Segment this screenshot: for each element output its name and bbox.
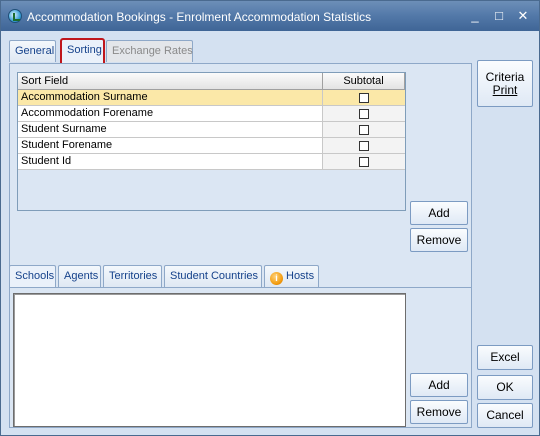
subtotal-checkbox[interactable] <box>359 156 369 167</box>
subtotal-checkbox[interactable] <box>359 92 369 103</box>
title-bar[interactable]: Accommodation Bookings - Enrolment Accom… <box>1 1 539 31</box>
criteria-print-label-line2: Print <box>492 83 518 97</box>
dialog-window: Accommodation Bookings - Enrolment Accom… <box>0 0 540 436</box>
tab-schools-label: Schools <box>15 270 55 282</box>
subtotal-cell <box>323 90 405 105</box>
tab-sorting[interactable]: Sorting <box>60 38 105 65</box>
window-title: Accommodation Bookings - Enrolment Accom… <box>27 10 372 24</box>
sort-grid[interactable]: Sort Field Subtotal Accommodation Surnam… <box>17 72 406 211</box>
table-row[interactable]: Accommodation Forename <box>18 106 405 122</box>
tab-student-countries-label: Student Countries <box>170 270 259 282</box>
subtotal-cell <box>323 106 405 121</box>
subtotal-checkbox[interactable] <box>359 140 369 151</box>
sort-remove-button[interactable]: Remove <box>410 228 468 252</box>
excel-button[interactable]: Excel <box>477 345 533 370</box>
sort-field-cell[interactable]: Student Forename <box>18 138 323 153</box>
info-icon: i <box>270 272 283 285</box>
dialog-client-area: General Sorting Exchange Rates Sort Fiel… <box>5 31 535 432</box>
tab-general-label: General <box>15 45 55 57</box>
tab-exchange-rates-label: Exchange Rates <box>112 45 193 57</box>
sort-add-button[interactable]: Add <box>410 201 468 225</box>
tab-territories[interactable]: Territories <box>103 265 162 287</box>
tab-student-countries[interactable]: Student Countries <box>164 265 262 287</box>
subtotal-checkbox[interactable] <box>359 124 369 135</box>
tab-sorting-label: Sorting <box>67 44 102 56</box>
table-row[interactable]: Student Surname <box>18 122 405 138</box>
subtotal-cell <box>323 138 405 153</box>
cancel-button[interactable]: Cancel <box>477 403 533 428</box>
tab-exchange-rates[interactable]: Exchange Rates <box>106 40 193 62</box>
minimize-button[interactable]: _ <box>467 8 483 24</box>
tab-hosts[interactable]: i Hosts <box>264 265 319 287</box>
sort-grid-header: Sort Field Subtotal <box>18 73 405 90</box>
table-row[interactable]: Student Id <box>18 154 405 170</box>
sort-field-cell[interactable]: Student Id <box>18 154 323 169</box>
subtotal-checkbox[interactable] <box>359 108 369 119</box>
close-button[interactable]: ✕ <box>515 8 531 24</box>
maximize-button[interactable]: □ <box>491 8 507 24</box>
tab-territories-label: Territories <box>109 270 158 282</box>
subtotal-cell <box>323 154 405 169</box>
subtotal-cell <box>323 122 405 137</box>
sort-field-cell[interactable]: Student Surname <box>18 122 323 137</box>
tab-agents-label: Agents <box>64 270 99 282</box>
tab-hosts-label: Hosts <box>286 270 315 282</box>
app-icon <box>8 9 22 23</box>
tab-schools[interactable]: Schools <box>9 265 56 287</box>
tab-agents[interactable]: Agents <box>58 265 101 287</box>
list-add-button[interactable]: Add <box>410 373 468 397</box>
ok-button[interactable]: OK <box>477 375 533 400</box>
filter-list-box[interactable] <box>13 293 406 427</box>
criteria-print-button[interactable]: Criteria Print <box>477 60 533 107</box>
list-remove-button[interactable]: Remove <box>410 400 468 424</box>
sort-field-cell[interactable]: Accommodation Surname <box>18 90 323 105</box>
column-header-sort-field[interactable]: Sort Field <box>18 73 323 89</box>
table-row[interactable]: Accommodation Surname <box>18 90 405 106</box>
table-row[interactable]: Student Forename <box>18 138 405 154</box>
column-header-subtotal[interactable]: Subtotal <box>323 73 405 89</box>
tab-general[interactable]: General <box>9 40 56 62</box>
sort-field-cell[interactable]: Accommodation Forename <box>18 106 323 121</box>
